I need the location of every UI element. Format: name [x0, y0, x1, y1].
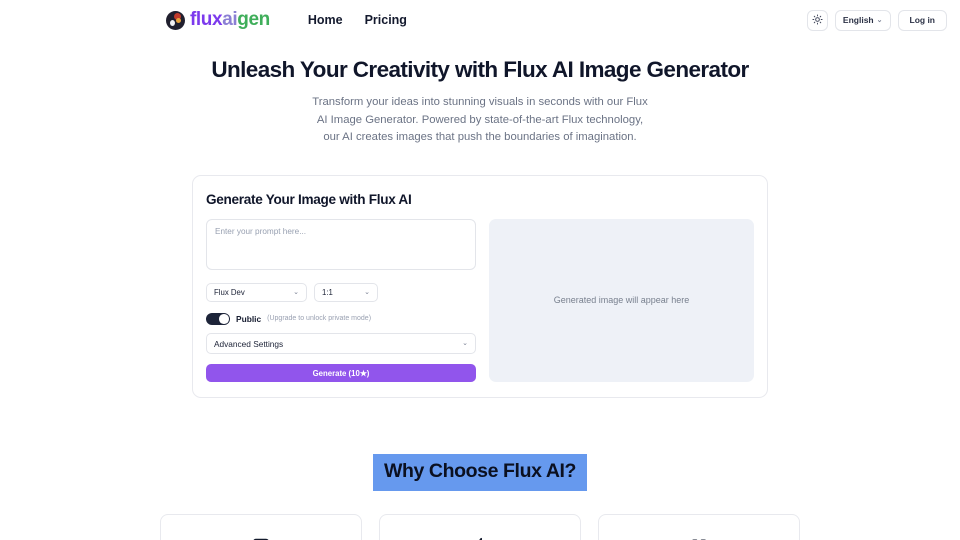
- model-select[interactable]: Flux Dev ⌄: [206, 282, 307, 302]
- hero-section: Unleash Your Creativity with Flux AI Ima…: [0, 57, 960, 147]
- chevron-down-icon: ⌄: [876, 16, 883, 24]
- toggle-knob: [219, 314, 229, 324]
- language-select[interactable]: English ⌄: [834, 9, 891, 31]
- logo-text-ai: ai: [222, 9, 238, 30]
- visibility-label: Public: [236, 313, 262, 324]
- generate-button[interactable]: Generate (10★): [206, 364, 476, 382]
- flux-logo-mark-icon: [166, 10, 185, 30]
- why-choose-section: Why Choose Flux AI?: [0, 454, 960, 491]
- preview-placeholder-text: Generated image will appear here: [553, 295, 690, 306]
- login-button[interactable]: Log in: [897, 9, 947, 31]
- image-preview-panel: Generated image will appear here: [489, 218, 754, 382]
- logo-text-flux: flux: [190, 9, 223, 30]
- feature-cards: Unparalleled Image Quality Lightning-Fas…: [160, 514, 800, 540]
- aspect-ratio-select[interactable]: 1:1 ⌄: [314, 282, 378, 302]
- feature-card-image-quality: Unparalleled Image Quality: [160, 514, 362, 540]
- logo-text: fluxaigen: [190, 9, 270, 31]
- prompt-input[interactable]: [206, 218, 476, 270]
- language-label: English: [842, 15, 874, 25]
- chevron-down-icon: ⌄: [364, 288, 370, 296]
- visibility-toggle[interactable]: [206, 312, 230, 325]
- advanced-settings-label: Advanced Settings: [214, 338, 284, 349]
- feature-card-fast-generation: Lightning-Fast Generation: [379, 514, 581, 540]
- chevron-down-icon: ⌄: [462, 340, 468, 347]
- generator-body: Flux Dev ⌄ 1:1 ⌄ Public (Upgrade to unlo…: [206, 218, 754, 382]
- chevron-down-icon: ⌄: [293, 288, 299, 296]
- nav-item-pricing[interactable]: Pricing: [365, 13, 407, 27]
- generator-select-row: Flux Dev ⌄ 1:1 ⌄: [206, 282, 476, 302]
- logo-text-gen: gen: [237, 9, 270, 30]
- why-choose-title: Why Choose Flux AI?: [372, 454, 588, 491]
- advanced-settings-accordion[interactable]: Advanced Settings ⌄: [206, 333, 476, 354]
- visibility-hint: (Upgrade to unlock private mode): [267, 315, 372, 323]
- generator-card: Generate Your Image with Flux AI Flux De…: [192, 174, 768, 398]
- feature-card-aspect-ratios: Versatile Aspect Ratios: [598, 514, 800, 540]
- main-nav: Home Pricing: [308, 13, 407, 27]
- theme-toggle-button[interactable]: [806, 9, 828, 31]
- header-actions: English ⌄ Log in: [806, 9, 947, 31]
- nav-item-home[interactable]: Home: [308, 13, 343, 27]
- hero-subtitle: Transform your ideas into stunning visua…: [312, 96, 648, 143]
- sun-icon: [812, 13, 823, 27]
- visibility-row: Public (Upgrade to unlock private mode): [206, 312, 476, 325]
- generator-title: Generate Your Image with Flux AI: [206, 191, 412, 207]
- generator-form: Flux Dev ⌄ 1:1 ⌄ Public (Upgrade to unlo…: [206, 218, 476, 382]
- site-header: fluxaigen Home Pricing English ⌄ Log in: [0, 0, 960, 40]
- aspect-ratio-select-value: 1:1: [322, 287, 333, 297]
- model-select-value: Flux Dev: [214, 287, 245, 297]
- logo[interactable]: fluxaigen: [166, 9, 270, 31]
- page-title: Unleash Your Creativity with Flux AI Ima…: [211, 57, 749, 82]
